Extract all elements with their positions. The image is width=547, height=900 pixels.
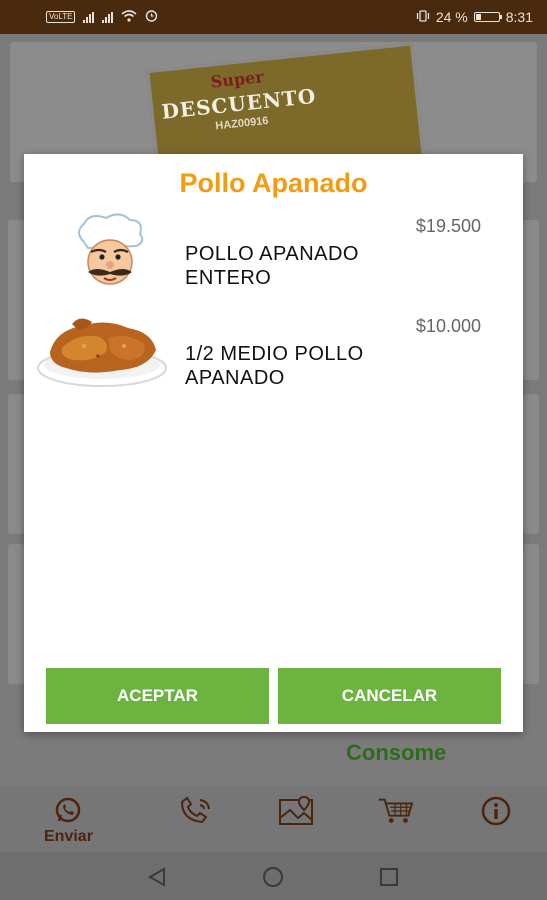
alarm-icon	[145, 9, 158, 25]
nav-cart[interactable]	[378, 796, 414, 826]
nav-enviar-label: Enviar	[44, 828, 93, 845]
clock: 8:31	[505, 9, 533, 25]
banner-line1: Super	[209, 67, 265, 92]
cart-icon	[378, 796, 414, 826]
background-card-right	[523, 220, 539, 380]
home-icon[interactable]	[262, 866, 284, 888]
status-right: 24 % 8:31	[416, 9, 533, 25]
background-card-left	[8, 220, 24, 380]
signal-icon-2	[102, 11, 114, 23]
chef-mascot-image	[36, 212, 168, 300]
recent-apps-icon[interactable]	[378, 866, 400, 888]
section-title-consome: Consome	[346, 740, 447, 765]
map-icon	[278, 796, 314, 826]
product-dialog: Pollo Apanado $19.500 POLLO APANADO ENTE…	[24, 154, 523, 732]
background-card-right-2	[523, 394, 539, 534]
status-bar: VoLTE 24 % 8:31	[0, 0, 547, 34]
dialog-item-medio-pollo[interactable]: $10.000 1/2 MEDIO POLLO APANADO	[24, 312, 523, 408]
system-nav-bar	[0, 852, 547, 900]
bottom-nav: Enviar	[0, 786, 547, 852]
nav-info[interactable]	[478, 796, 514, 826]
phone-icon	[178, 796, 214, 826]
vibrate-icon	[416, 9, 430, 25]
fried-chicken-image	[36, 312, 168, 400]
item-price: $19.500	[415, 216, 481, 236]
item-name: 1/2 MEDIO POLLO APANADO	[185, 343, 364, 389]
whatsapp-icon	[50, 796, 86, 826]
battery-percent: 24 %	[435, 9, 468, 25]
cancel-button[interactable]: CANCELAR	[278, 668, 501, 724]
background-card-right-3	[523, 544, 539, 684]
nav-call[interactable]	[178, 796, 214, 826]
dialog-title: Pollo Apanado	[179, 168, 368, 198]
nav-map[interactable]	[278, 796, 314, 826]
accept-button[interactable]: ACEPTAR	[46, 668, 269, 724]
volte-icon: VoLTE	[46, 11, 76, 23]
item-price: $10.000	[415, 316, 481, 336]
background-card-left-3	[8, 544, 24, 684]
background-card-left-2	[8, 394, 24, 534]
signal-icon	[83, 11, 95, 23]
status-left: VoLTE	[46, 9, 158, 25]
nav-enviar[interactable]: Enviar	[44, 796, 93, 846]
back-icon[interactable]	[146, 866, 168, 888]
dialog-item-pollo-entero[interactable]: $19.500 POLLO APANADO ENTERO	[24, 212, 523, 308]
battery-fill	[475, 14, 482, 20]
info-icon	[478, 796, 514, 826]
battery-icon	[473, 12, 502, 22]
wifi-icon	[121, 9, 137, 25]
item-name: POLLO APANADO ENTERO	[185, 243, 359, 289]
